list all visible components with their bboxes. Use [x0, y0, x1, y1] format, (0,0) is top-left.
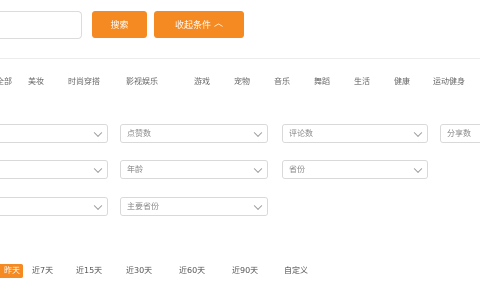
date-range-90d[interactable]: 近90天	[232, 264, 258, 278]
category-tab[interactable]: 舞蹈	[314, 76, 330, 87]
category-tab[interactable]: 游戏	[194, 76, 210, 87]
chevron-down-icon	[413, 128, 423, 137]
date-range-custom[interactable]: 自定义	[284, 264, 308, 278]
select-value: 点赞数	[127, 129, 151, 138]
comments-select[interactable]: 评论数	[282, 124, 428, 143]
date-range-60d[interactable]: 近60天	[179, 264, 205, 278]
chevron-down-icon	[253, 201, 263, 210]
divider	[0, 58, 480, 59]
search-button-label: 搜索	[110, 21, 129, 31]
select-value: 年龄	[127, 165, 143, 174]
chevron-down-icon	[93, 201, 103, 210]
category-tab[interactable]: 运动健身	[433, 76, 465, 87]
category-tab[interactable]: 健康	[394, 76, 410, 87]
chevron-up-icon: ︿	[214, 19, 224, 29]
shares-select[interactable]: 分享数	[440, 124, 480, 143]
search-button[interactable]: 搜索	[92, 11, 147, 38]
chevron-down-icon	[93, 128, 103, 137]
select-value: 主要省份	[127, 202, 159, 211]
date-range-yesterday[interactable]: 昨天	[0, 264, 23, 278]
filter-select-row1-partial[interactable]	[0, 124, 108, 143]
date-range-15d[interactable]: 近15天	[76, 264, 102, 278]
chevron-down-icon	[413, 164, 423, 173]
category-tab[interactable]: 影视娱乐	[126, 76, 158, 87]
select-value: 评论数	[289, 129, 313, 138]
category-tab[interactable]: 音乐	[274, 76, 290, 87]
category-tab[interactable]: 时尚穿搭	[68, 76, 100, 87]
chevron-down-icon	[93, 164, 103, 173]
province-select[interactable]: 省份	[282, 160, 428, 179]
category-tab[interactable]: 宠物	[234, 76, 250, 87]
category-tab[interactable]: 生活	[354, 76, 370, 87]
likes-select[interactable]: 点赞数	[120, 124, 268, 143]
main-province-select[interactable]: 主要省份	[120, 197, 268, 216]
category-tab[interactable]: 美妆	[28, 76, 44, 87]
filter-select-row3-partial[interactable]	[0, 197, 108, 216]
select-value: 分享数	[447, 129, 471, 138]
select-value: 省份	[289, 165, 305, 174]
collapse-filters-label: 收起条件	[174, 21, 211, 31]
chevron-down-icon	[253, 164, 263, 173]
age-select[interactable]: 年龄	[120, 160, 268, 179]
filter-select-row2-partial[interactable]	[0, 160, 108, 179]
date-range-30d[interactable]: 近30天	[126, 264, 152, 278]
category-tab[interactable]: 全部	[0, 76, 12, 87]
chevron-down-icon	[253, 128, 263, 137]
collapse-filters-button[interactable]: 收起条件 ︿	[154, 11, 244, 38]
date-range-7d[interactable]: 近7天	[32, 264, 53, 278]
search-input[interactable]	[0, 11, 82, 39]
